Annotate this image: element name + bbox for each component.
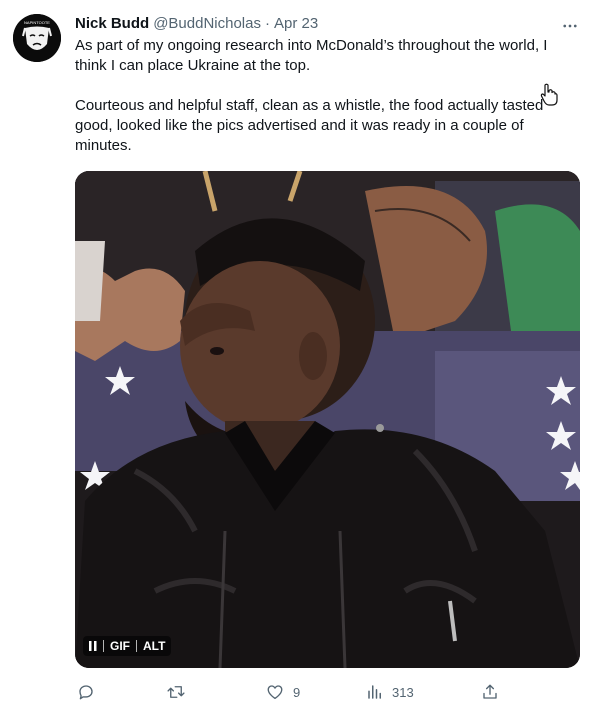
avatar-image: NAPINTOOTE (13, 14, 61, 62)
tweet-media-gif[interactable]: GIF ALT (75, 171, 580, 668)
avatar-logo-text: NAPINTOOTE (24, 20, 50, 25)
pause-icon[interactable] (89, 641, 97, 651)
gif-label: GIF (110, 639, 130, 653)
reply-icon (79, 685, 93, 700)
tweet-text: As part of my ongoing research into McDo… (75, 36, 565, 156)
tweet-paragraph-1: As part of my ongoing research into McDo… (75, 37, 548, 74)
like-count: 9 (293, 684, 301, 700)
gif-frame-image (75, 171, 580, 668)
tweet-paragraph-2: Courteous and helpful staff, clean as a … (75, 97, 544, 154)
more-horizontal-icon (563, 24, 577, 28)
retweet-icon (167, 686, 185, 698)
heart-icon (267, 685, 283, 700)
avatar[interactable]: NAPINTOOTE (13, 14, 61, 62)
badge-separator (103, 640, 104, 652)
tweet-content: Nick Budd @BuddNicholas · Apr 23 As part… (75, 14, 580, 156)
share-button[interactable] (481, 681, 499, 703)
retweet-button[interactable] (166, 681, 186, 703)
gif-controls: GIF ALT (83, 636, 172, 656)
reply-button[interactable] (77, 681, 95, 703)
tweet-actions: 9 313 (75, 681, 505, 703)
header-separator: · (264, 15, 270, 32)
like-button[interactable]: 9 (265, 681, 300, 703)
hand-pointer-cursor-icon (540, 83, 558, 106)
author-handle[interactable]: @BuddNicholas (153, 14, 261, 34)
author-name[interactable]: Nick Budd (75, 14, 149, 34)
views-count: 313 (392, 684, 414, 700)
views-icon (368, 685, 381, 699)
views-button[interactable]: 313 (366, 681, 414, 703)
tweet[interactable]: NAPINTOOTE Nick Budd @BuddNicholas · Apr… (0, 0, 597, 713)
tweet-header: Nick Budd @BuddNicholas · Apr 23 (75, 14, 580, 34)
alt-button[interactable]: ALT (143, 639, 165, 653)
badge-separator (136, 640, 137, 652)
tweet-date[interactable]: Apr 23 (274, 14, 318, 34)
more-button[interactable] (560, 16, 580, 36)
share-icon (483, 684, 497, 699)
